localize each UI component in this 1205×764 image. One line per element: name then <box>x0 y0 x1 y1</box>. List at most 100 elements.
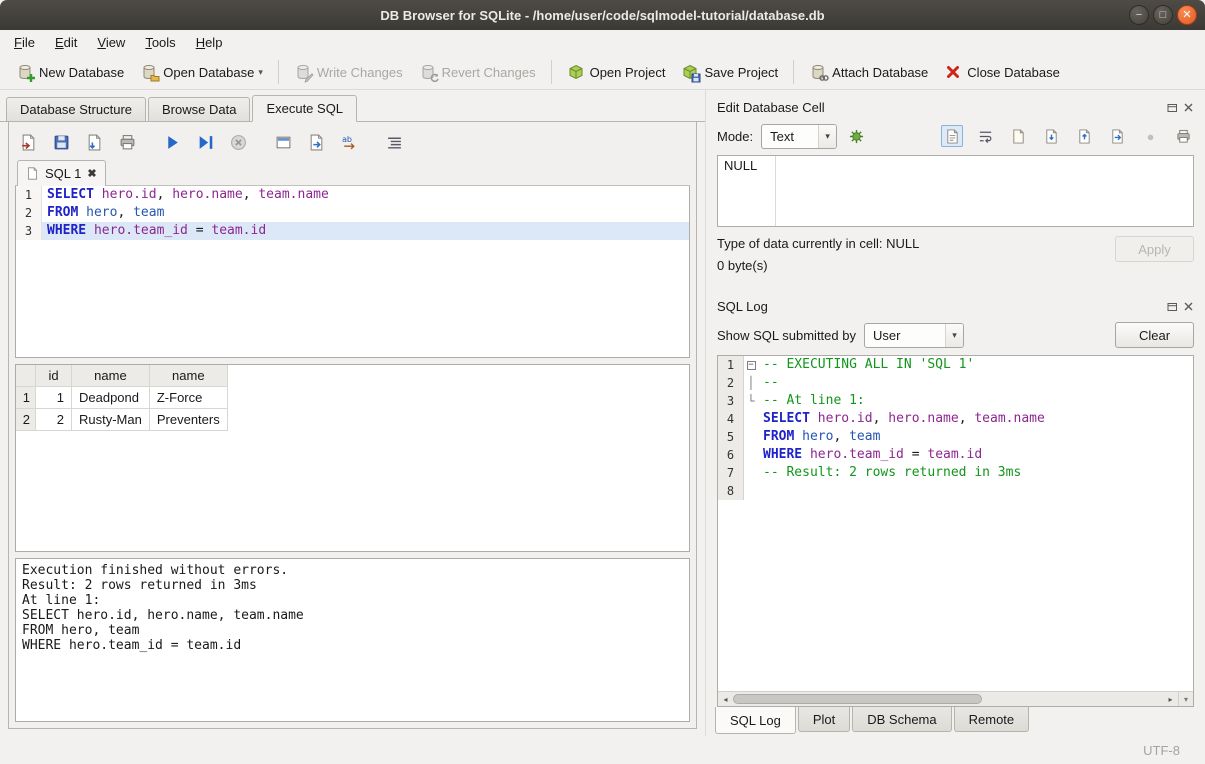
sql-log-view[interactable]: 1−-- EXECUTING ALL IN 'SQL 1'2│--3└-- At… <box>717 355 1194 707</box>
fold-marker <box>744 410 758 428</box>
table-cell[interactable]: Rusty-Man <box>72 409 150 431</box>
document-icon <box>26 167 39 180</box>
table-cell[interactable]: 1 <box>36 387 72 409</box>
titlebar[interactable]: DB Browser for SQLite - /home/user/code/… <box>0 0 1205 30</box>
open-sql-file-button[interactable] <box>15 130 41 156</box>
table-cell[interactable]: Deadpond <box>72 387 150 409</box>
open-project-button[interactable]: Open Project <box>559 59 674 85</box>
code-line[interactable]: 6WHERE hero.team_id = team.id <box>718 446 1193 464</box>
attach-database-button[interactable]: Attach Database <box>801 59 936 85</box>
code-line[interactable]: 5FROM hero, team <box>718 428 1193 446</box>
menu-file[interactable]: File <box>4 32 45 53</box>
find-replace-button[interactable]: ab <box>336 130 362 156</box>
mode-select[interactable]: Text ▾ <box>761 124 837 149</box>
save-cell-button[interactable] <box>1106 125 1128 147</box>
menu-help[interactable]: Help <box>186 32 233 53</box>
main-tab-bar: Database Structure Browse Data Execute S… <box>0 95 705 122</box>
export-sql-icon <box>86 134 103 151</box>
code-line[interactable]: 3└-- At line 1: <box>718 392 1193 410</box>
print-cell-button[interactable] <box>1172 125 1194 147</box>
code-line[interactable]: 1−-- EXECUTING ALL IN 'SQL 1' <box>718 356 1193 374</box>
revert-changes-label: Revert Changes <box>442 65 536 80</box>
code-line[interactable]: 8 <box>718 482 1193 500</box>
minimize-button[interactable]: − <box>1129 5 1149 25</box>
cell-settings-button[interactable] <box>845 125 867 147</box>
tab-remote[interactable]: Remote <box>954 707 1030 732</box>
code-line[interactable]: 2FROM hero, team <box>16 204 689 222</box>
chevron-down-icon[interactable]: ▾ <box>258 67 263 78</box>
cell-editor[interactable]: NULL <box>717 155 1194 227</box>
encoding-indicator[interactable]: UTF-8 <box>1143 743 1180 758</box>
close-icon[interactable] <box>1183 102 1194 113</box>
menu-tools[interactable]: Tools <box>135 32 185 53</box>
save-project-button[interactable]: Save Project <box>673 59 786 85</box>
tab-browse-data[interactable]: Browse Data <box>148 97 250 121</box>
tab-plot[interactable]: Plot <box>798 707 850 732</box>
code-line[interactable]: 1SELECT hero.id, hero.name, team.name <box>16 186 689 204</box>
code-line[interactable]: 3WHERE hero.team_id = team.id <box>16 222 689 240</box>
code-line[interactable]: 2│-- <box>718 374 1193 392</box>
table-corner <box>16 365 36 387</box>
format-sql-button[interactable] <box>381 130 407 156</box>
maximize-button[interactable]: □ <box>1153 5 1173 25</box>
code-text: -- At line 1: <box>758 392 1193 410</box>
code-line[interactable]: 4SELECT hero.id, hero.name, team.name <box>718 410 1193 428</box>
scroll-left-icon[interactable]: ◂ <box>718 692 733 706</box>
line-number: 8 <box>718 482 744 500</box>
table-cell[interactable]: Preventers <box>149 409 227 431</box>
open-in-editor-button[interactable] <box>1007 125 1029 147</box>
print-sql-button[interactable] <box>114 130 140 156</box>
close-icon[interactable] <box>1183 301 1194 312</box>
clear-log-button[interactable]: Clear <box>1115 322 1194 348</box>
execute-current-line-button[interactable] <box>192 130 218 156</box>
scrollbar-track[interactable] <box>733 692 1163 706</box>
column-header[interactable]: id <box>36 365 72 387</box>
fold-marker[interactable]: − <box>744 356 758 374</box>
execute-all-button[interactable] <box>159 130 185 156</box>
open-database-icon <box>140 63 158 81</box>
export-to-file-button[interactable] <box>1073 125 1095 147</box>
cell-editor-gutter: NULL <box>718 156 776 226</box>
menu-view[interactable]: View <box>87 32 135 53</box>
code-line[interactable]: 7-- Result: 2 rows returned in 3ms <box>718 464 1193 482</box>
tab-sql-log[interactable]: SQL Log <box>715 707 796 734</box>
export-results-button[interactable] <box>303 130 329 156</box>
row-number[interactable]: 1 <box>16 387 36 409</box>
close-button[interactable]: ✕ <box>1177 5 1197 25</box>
float-icon[interactable] <box>1167 301 1178 312</box>
cell-editor-content[interactable] <box>776 156 1193 226</box>
save-sql-file-button[interactable] <box>48 130 74 156</box>
table-cell[interactable]: Z-Force <box>149 387 227 409</box>
tab-database-structure[interactable]: Database Structure <box>6 97 146 121</box>
edit-cell-header: Edit Database Cell <box>715 95 1196 119</box>
export-sql-button[interactable] <box>81 130 107 156</box>
column-header[interactable]: name <box>149 365 227 387</box>
scroll-right-icon[interactable]: ▸ <box>1163 692 1178 706</box>
execution-output[interactable]: Execution finished without errors. Resul… <box>15 558 690 722</box>
set-null-button <box>1139 125 1161 147</box>
tab-execute-sql[interactable]: Execute SQL <box>252 95 357 122</box>
scrollbar-thumb[interactable] <box>733 694 982 704</box>
log-filter-select[interactable]: User ▾ <box>864 323 964 348</box>
fold-marker <box>744 428 758 446</box>
tab-db-schema[interactable]: DB Schema <box>852 707 951 732</box>
table-cell[interactable]: 2 <box>36 409 72 431</box>
row-number[interactable]: 2 <box>16 409 36 431</box>
sql-tab-bar: SQL 1 ✖ <box>15 159 690 186</box>
column-header[interactable]: name <box>72 365 150 387</box>
sql-editor[interactable]: 1SELECT hero.id, hero.name, team.name2FR… <box>15 186 690 358</box>
new-database-button[interactable]: New Database <box>8 59 132 85</box>
mode-value: Text <box>770 129 810 144</box>
stop-execution-button <box>225 130 251 156</box>
horizontal-scrollbar[interactable]: ◂ ▸ ▾ <box>718 691 1193 706</box>
close-database-button[interactable]: Close Database <box>936 59 1068 85</box>
text-mode-button[interactable] <box>941 125 963 147</box>
import-from-file-button[interactable] <box>1040 125 1062 147</box>
sql-tab[interactable]: SQL 1 ✖ <box>17 160 106 186</box>
close-tab-icon[interactable]: ✖ <box>87 167 96 180</box>
float-icon[interactable] <box>1167 102 1178 113</box>
word-wrap-button[interactable] <box>974 125 996 147</box>
menu-edit[interactable]: Edit <box>45 32 87 53</box>
new-sql-tab-button[interactable] <box>270 130 296 156</box>
open-database-button[interactable]: Open Database ▾ <box>132 59 271 85</box>
